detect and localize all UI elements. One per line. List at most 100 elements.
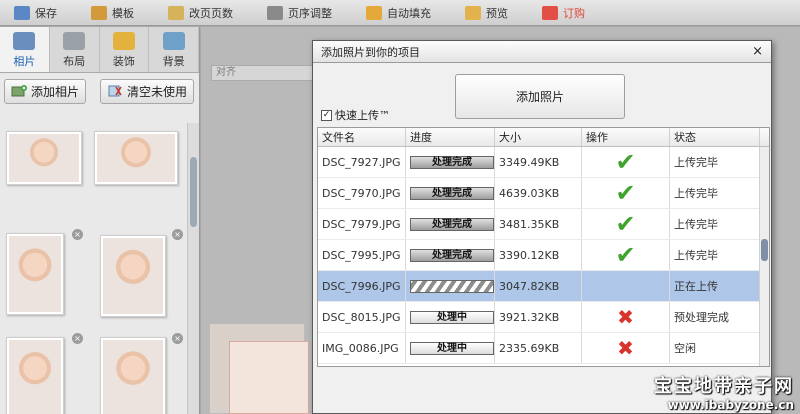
cancel-icon[interactable]: ✖ (617, 338, 634, 358)
status-cell: 空闲 (670, 333, 760, 363)
photo-thumbnail[interactable] (100, 337, 166, 414)
page-order-icon (267, 5, 283, 20)
column-header[interactable]: 进度 (406, 128, 495, 146)
size-cell: 2335.69KB (495, 333, 582, 363)
clear-unused-icon (107, 84, 123, 98)
size-cell: 3921.32KB (495, 302, 582, 332)
progress-cell: 处理中 (406, 333, 495, 363)
action-cell: ✖ (582, 333, 670, 363)
toolbar-item[interactable]: 保存 (14, 5, 57, 21)
status-cell: 上传完毕 (670, 240, 760, 270)
sidebar-tab-label: 装饰 (112, 55, 135, 68)
action-cell: ✖ (582, 302, 670, 332)
decor-tab-icon (112, 32, 135, 50)
photo-thumbnail[interactable] (94, 131, 178, 185)
fast-upload-option[interactable]: ✓ 快速上传™ (321, 107, 390, 123)
photo-thumbnail[interactable] (6, 233, 64, 315)
column-header[interactable]: 大小 (495, 128, 582, 146)
sidebar-tab[interactable]: 布局 (50, 27, 100, 72)
table-row[interactable]: IMG_0086.JPG 处理中 2335.69KB ✖ 空闲 (318, 333, 769, 364)
left-panel: 相片 布局 装饰 背景 添加相片 清空未使用 × × × × (0, 27, 200, 414)
sidebar-tab-label: 相片 (13, 55, 36, 68)
action-cell: ✔ (582, 240, 670, 270)
remove-photo-icon[interactable]: × (172, 229, 183, 240)
clear-unused-label: 清空未使用 (127, 84, 188, 99)
table-row[interactable]: DSC_7927.JPG 处理完成 3349.49KB ✔ 上传完毕 (318, 147, 769, 178)
scrollbar-thumb[interactable] (190, 157, 197, 227)
photo-scrollbar[interactable] (187, 123, 199, 414)
table-scrollbar[interactable] (759, 147, 769, 366)
table-row[interactable]: DSC_7995.JPG 处理完成 3390.12KB ✔ 上传完毕 (318, 240, 769, 271)
check-icon: ✔ (615, 210, 636, 238)
toolbar-item[interactable]: 自动填充 (366, 5, 431, 21)
save-icon (14, 5, 30, 20)
progress-cell: 处理中 (406, 302, 495, 332)
photo-thumbnail[interactable] (6, 131, 82, 185)
remove-photo-icon[interactable]: × (72, 229, 83, 240)
table-row[interactable]: DSC_7970.JPG 处理完成 4639.03KB ✔ 上传完毕 (318, 178, 769, 209)
progress-cell: 处理完成 (406, 240, 495, 270)
remove-photo-icon[interactable]: × (72, 333, 83, 344)
sidebar-tab[interactable]: 背景 (149, 27, 199, 72)
file-name-cell: DSC_7979.JPG (318, 209, 406, 239)
size-cell: 3481.35KB (495, 209, 582, 239)
progress-bar: 处理完成 (410, 248, 494, 262)
fast-upload-label: 快速上传™ (335, 109, 390, 122)
toolbar-item-label: 预览 (486, 6, 508, 20)
column-header[interactable]: 状态 (670, 128, 760, 146)
check-icon: ✔ (615, 241, 636, 269)
toolbar-item[interactable]: 预览 (465, 5, 508, 21)
toolbar-item-label: 模板 (112, 6, 134, 20)
photo-thumbnail[interactable] (6, 337, 64, 414)
sidebar-tab[interactable]: 装饰 (100, 27, 150, 72)
column-header[interactable]: 操作 (582, 128, 670, 146)
table-row[interactable]: DSC_8015.JPG 处理中 3921.32KB ✖ 预处理完成 (318, 302, 769, 333)
toolbar-item[interactable]: 订购 (542, 5, 585, 21)
order-icon (542, 5, 558, 20)
status-cell: 上传完毕 (670, 147, 760, 177)
toolbar-item-label: 自动填充 (387, 6, 431, 20)
file-name-cell: DSC_7970.JPG (318, 178, 406, 208)
add-photos-button[interactable]: 添加照片 (455, 74, 625, 119)
progress-bar (410, 279, 494, 293)
photo-tab-icon (13, 32, 36, 50)
photo-thumbnail[interactable] (100, 235, 166, 317)
progress-bar: 处理完成 (410, 186, 494, 200)
file-name-cell: DSC_8015.JPG (318, 302, 406, 332)
preview-icon (465, 5, 481, 20)
add-photo-icon (11, 84, 27, 98)
sidebar-tab[interactable]: 相片 (0, 27, 50, 72)
page-preview-inner (229, 341, 309, 414)
toolbar-item[interactable]: 模板 (91, 5, 134, 21)
sidebar-tab-label: 背景 (162, 55, 185, 68)
progress-cell: 处理完成 (406, 209, 495, 239)
column-header[interactable]: 文件名 (318, 128, 406, 146)
align-label[interactable]: 对齐 (211, 65, 321, 81)
fast-upload-checkbox[interactable]: ✓ (321, 109, 332, 121)
toolbar-item[interactable]: 改页页数 (168, 5, 233, 21)
action-cell: ✔ (582, 147, 670, 177)
cancel-icon[interactable]: ✖ (617, 307, 634, 327)
photo-grid: × × × × (0, 123, 188, 414)
toolbar-item[interactable]: 页序调整 (267, 5, 332, 21)
remove-photo-icon[interactable]: × (172, 333, 183, 344)
background-tab-icon (162, 32, 185, 50)
close-icon[interactable]: × (752, 44, 763, 59)
check-icon: ✔ (615, 148, 636, 176)
table-header: 文件名 进度 大小 操作 状态 (318, 128, 769, 147)
file-name-cell: IMG_0086.JPG (318, 333, 406, 363)
table-row[interactable]: DSC_7979.JPG 处理完成 3481.35KB ✔ 上传完毕 (318, 209, 769, 240)
clear-unused-button[interactable]: 清空未使用 (100, 78, 195, 104)
add-photos-dialog: 添加照片到你的项目 × 添加照片 ✓ 快速上传™ 文件名 进度 大小 操作 状态 DSC… (312, 40, 772, 414)
status-cell: 正在上传 (670, 271, 760, 301)
watermark-url: www.ibabyzone.cn (667, 398, 794, 412)
scrollbar-thumb[interactable] (761, 239, 768, 261)
check-icon: ✔ (615, 179, 636, 207)
table-row[interactable]: DSC_7996.JPG 3047.82KB 正在上传 (318, 271, 769, 302)
add-photo-label: 添加相片 (31, 84, 80, 99)
add-photo-button[interactable]: 添加相片 (4, 78, 87, 104)
upload-table: 文件名 进度 大小 操作 状态 DSC_7927.JPG 处理完成 3349.49KB ✔ 上传… (317, 127, 770, 367)
sidebar-tab-label: 布局 (63, 55, 86, 68)
table-body: DSC_7927.JPG 处理完成 3349.49KB ✔ 上传完毕 DSC_7970.J… (318, 147, 769, 364)
progress-cell: 处理完成 (406, 178, 495, 208)
